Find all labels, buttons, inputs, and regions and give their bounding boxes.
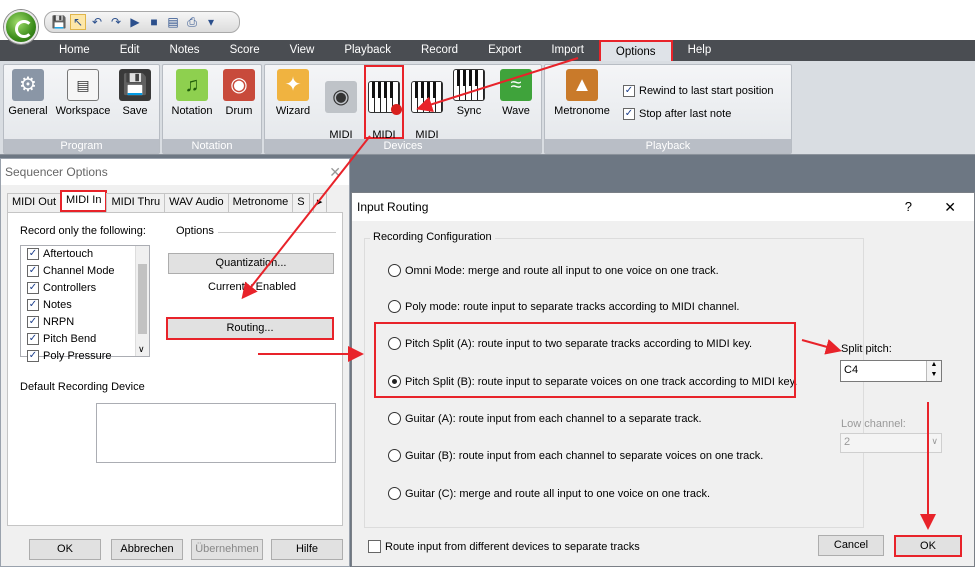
arrow-midi-in-to-routing [241, 135, 371, 300]
arrow-to-split-pitch [801, 339, 842, 355]
arrow-options-to-midi-in [416, 57, 579, 113]
annotation-arrows [241, 57, 936, 530]
